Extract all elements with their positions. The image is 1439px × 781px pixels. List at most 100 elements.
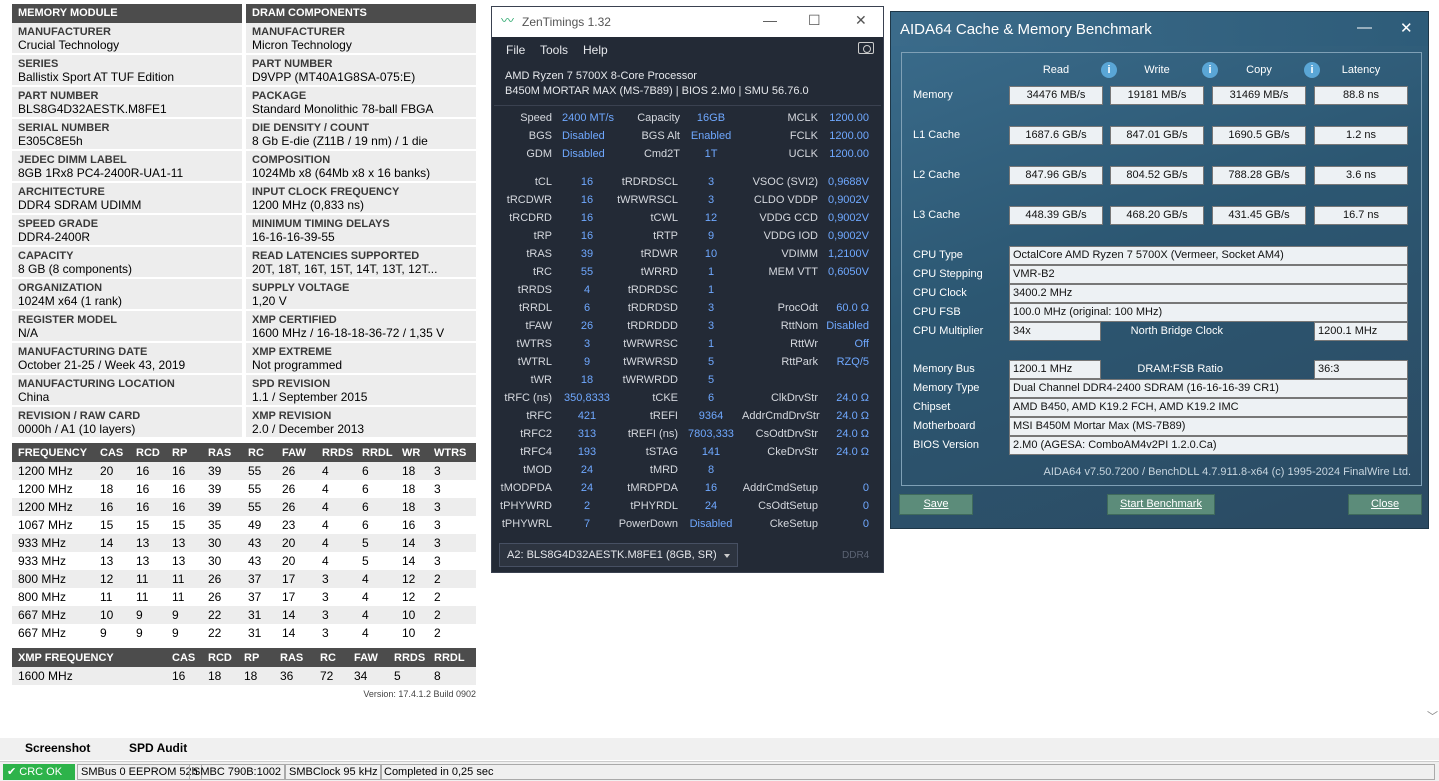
timing-value: 9	[583, 356, 591, 368]
timing-value: 0	[862, 500, 869, 512]
timing-row: tMOD 24 tMRD 8	[492, 461, 883, 479]
timing-cell: 15	[172, 518, 186, 532]
dram-field-label: MANUFACTURER	[252, 26, 345, 38]
timing-value: 0,9688V	[828, 176, 869, 188]
timing-cell: 3	[322, 590, 329, 604]
timing-column-header: RRDL	[356, 443, 396, 462]
timing-cell: 30	[208, 554, 222, 568]
dram-components-header: DRAM COMPONENTS	[246, 4, 476, 23]
timing-value: 4	[583, 284, 591, 296]
minimize-icon[interactable]: —	[1357, 19, 1372, 36]
timing-label: RttNom	[780, 320, 818, 332]
xmp-cell: 8	[428, 667, 476, 685]
timing-label: tMOD	[523, 464, 552, 476]
timing-label: PowerDown	[618, 518, 678, 530]
timing-cell: 6	[362, 518, 369, 532]
timing-value: 16	[580, 212, 594, 224]
close-icon[interactable]: ✕	[1400, 19, 1413, 37]
dram-field-label: XMP EXTREME	[252, 346, 332, 358]
dram-field-value: 16-16-16-39-55	[252, 230, 335, 244]
info-value-box: OctalCore AMD Ryzen 7 5700X (Vermeer, So…	[1009, 246, 1408, 265]
module-field-value: 0000h / A1 (10 layers)	[18, 422, 136, 436]
dram-field-label: COMPOSITION	[252, 154, 331, 166]
bench-value-box: 1687.6 GB/s	[1009, 126, 1103, 145]
timing-cell: 13	[172, 554, 186, 568]
bench-row-label: L1 Cache	[913, 129, 961, 141]
xmp-cell: 5	[388, 667, 428, 685]
timing-value: 18	[580, 374, 594, 386]
xmp-cell: 72	[314, 667, 348, 685]
timing-row: Speed 2400 MT/s Capacity 16GB MCLK 1200.00	[492, 109, 883, 127]
bench-value-box: 431.45 GB/s	[1212, 206, 1306, 225]
xmp-column-header: RCD	[202, 648, 238, 667]
timing-label: tCKE	[652, 392, 678, 404]
dram-field-value: Standard Monolithic 78-ball FBGA	[252, 102, 434, 116]
timing-cell: 35	[208, 518, 222, 532]
timing-value: 24.0 Ω	[836, 410, 869, 422]
module-field: ORGANIZATION 1024M x64 (1 rank)	[12, 279, 242, 309]
timing-value: 0,9002V	[828, 230, 869, 242]
minimize-icon[interactable]: —	[763, 12, 777, 28]
timing-cell: 20	[282, 554, 296, 568]
bench-value-box: 31469 MB/s	[1212, 86, 1306, 105]
module-field-value: BLS8G4D32AESTK.M8FE1	[18, 102, 167, 116]
tab-screenshot[interactable]: Screenshot	[25, 741, 90, 755]
module-field-label: SERIES	[18, 58, 59, 70]
dram-field-label: XMP REVISION	[252, 410, 332, 422]
dram-field-value: Not programmed	[252, 358, 343, 372]
maximize-icon[interactable]: ☐	[808, 12, 821, 29]
info-value-box: Dual Channel DDR4-2400 SDRAM (16-16-16-3…	[1009, 379, 1408, 398]
module-field-value: China	[18, 390, 50, 404]
module-field-value: N/A	[18, 326, 39, 340]
timing-cell: 3	[434, 554, 441, 568]
camera-icon[interactable]	[858, 42, 874, 54]
close-button[interactable]: Close	[1348, 494, 1422, 515]
timing-cell: 14	[276, 606, 316, 624]
aida64-window: AIDA64 Cache & Memory Benchmark — ✕ Read…	[890, 11, 1429, 529]
timing-column-header: WR	[396, 443, 428, 462]
menu-tools[interactable]: Tools	[540, 43, 568, 57]
dram-field-value: 8 Gb E-die (Z11B / 19 nm) / 1 die	[252, 134, 428, 148]
info-label: CPU FSB	[913, 306, 961, 318]
timing-value: 6	[707, 392, 715, 404]
timing-cell: 16	[136, 482, 150, 496]
module-field-label: CAPACITY	[18, 250, 74, 262]
timing-cell: 13	[166, 534, 202, 552]
timing-cell: 3	[434, 482, 441, 496]
info-label: Chipset	[913, 401, 951, 413]
xmp-cell: 34	[348, 667, 388, 685]
module-field-label: MANUFACTURING DATE	[18, 346, 148, 358]
timing-label: tRFC	[526, 410, 552, 422]
timing-cell: 11	[172, 590, 185, 604]
timing-label: tRFC4	[520, 446, 552, 458]
timing-column-header: FAW	[276, 443, 316, 462]
timing-label: MCLK	[787, 112, 818, 124]
aida-title: AIDA64 Cache & Memory Benchmark	[900, 21, 1152, 38]
module-field-label: SPEED GRADE	[18, 218, 99, 230]
module-field-value: 1024M x64 (1 rank)	[18, 294, 123, 308]
timing-value: 0,9002V	[828, 212, 869, 224]
menu-file[interactable]: File	[506, 43, 525, 57]
timing-cell: 4	[316, 534, 356, 552]
timing-cell: 4	[322, 554, 329, 568]
timing-cell: 17	[282, 590, 296, 604]
tab-spd-audit[interactable]: SPD Audit	[129, 741, 187, 755]
spd-panel: MEMORY MODULE DRAM COMPONENTS MANUFACTUR…	[12, 4, 476, 685]
timing-cell: 933 MHz	[12, 534, 94, 552]
timing-cell: 16	[94, 498, 130, 516]
menu-help[interactable]: Help	[583, 43, 608, 57]
chevron-down-icon[interactable]: ﹀	[1427, 708, 1438, 724]
module-select[interactable]: A2: BLS8G4D32AESTK.M8FE1 (8GB, SR)	[499, 543, 738, 567]
timing-column-header: RP	[166, 443, 202, 462]
start-benchmark-button[interactable]: Start Benchmark	[1107, 494, 1215, 515]
dram-field-value: 1.1 / September 2015	[252, 390, 368, 404]
timing-row: tRAS 39 tRDWR 10 VDIMM 1,2100V	[492, 245, 883, 263]
timing-value: 421	[577, 410, 597, 422]
timing-label: tRAS	[526, 248, 552, 260]
timing-label: VDIMM	[781, 248, 818, 260]
close-icon[interactable]: ✕	[855, 12, 867, 29]
timing-cell: 39	[202, 462, 242, 480]
column-header: Write	[1144, 64, 1170, 76]
timing-label: tRC	[533, 266, 552, 278]
save-button[interactable]: Save	[899, 494, 973, 515]
